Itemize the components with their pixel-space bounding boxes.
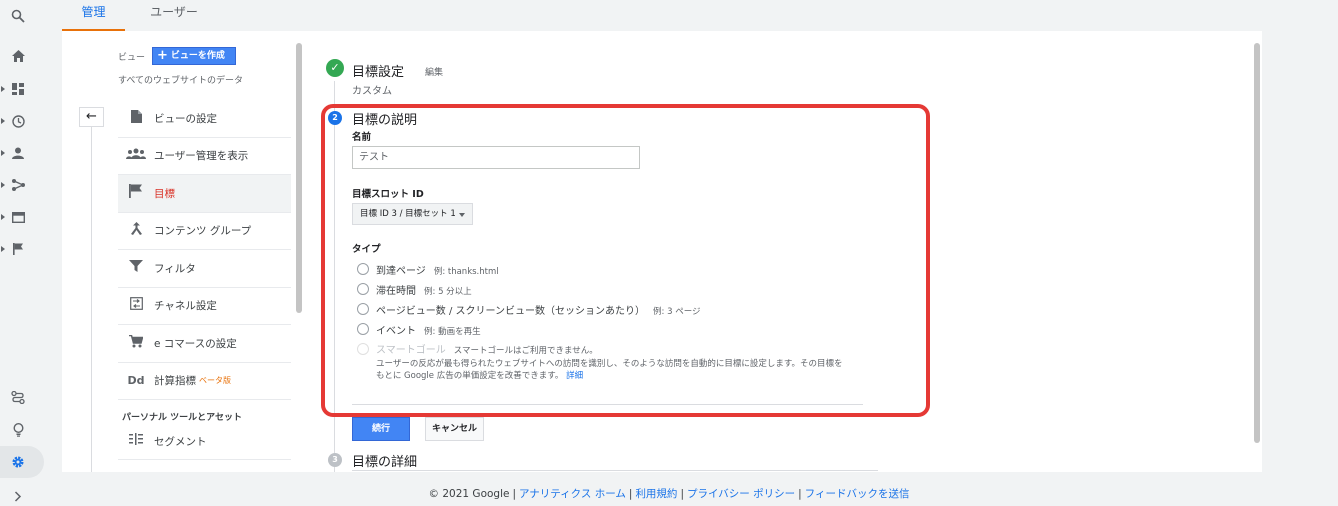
tab-admin[interactable]: 管理	[62, 0, 125, 31]
view-name[interactable]: すべてのウェブサイトのデータ	[118, 73, 243, 86]
menu-item-label: セグメント	[154, 435, 207, 448]
channel-icon	[126, 297, 146, 314]
calc-icon: Dd	[127, 374, 145, 388]
create-view-label: ビューを作成	[170, 51, 225, 61]
menu-item-segments[interactable]: セグメント	[118, 423, 291, 460]
expand-arrow-icon[interactable]	[1, 246, 5, 252]
footer-link-privacy[interactable]: プライバシー ポリシー	[687, 488, 795, 500]
footer-link-analytics-home[interactable]: アナリティクス ホーム	[519, 488, 626, 500]
menu-item-channel-settings[interactable]: チャネル設定	[118, 288, 291, 325]
step3-number-badge: 3	[328, 453, 342, 467]
footer-link-terms[interactable]: 利用規約	[635, 488, 677, 500]
clock-icon[interactable]	[8, 111, 28, 131]
create-view-button[interactable]: + ビューを作成	[152, 47, 236, 65]
menu-item-label: 計算指標	[154, 375, 196, 388]
menu-item-label: 目標	[154, 187, 175, 200]
footer-copyright: © 2021 Google	[428, 488, 510, 500]
step1-title: 目標設定	[352, 65, 405, 80]
menu-item-filters[interactable]: フィルタ	[118, 250, 291, 288]
beta-badge: ベータ版	[199, 376, 231, 386]
conversions-flag-icon[interactable]	[8, 239, 28, 259]
content-group-icon	[126, 222, 146, 239]
back-arrow-button[interactable]: ←	[79, 107, 104, 127]
expand-arrow-icon[interactable]	[1, 86, 5, 92]
home-icon[interactable]	[8, 46, 28, 66]
step3-divider	[352, 470, 878, 471]
continue-button[interactable]: 続行	[352, 417, 410, 441]
segment-icon	[126, 433, 146, 449]
menu-item-label: フィルタ	[154, 262, 196, 275]
expand-arrow-icon[interactable]	[1, 150, 5, 156]
left-nav-rail	[0, 0, 44, 502]
footer: © 2021 Google | アナリティクス ホーム | 利用規約 | プライバシー ポリ…	[428, 488, 910, 500]
cart-icon	[126, 334, 146, 352]
menu-item-content-grouping[interactable]: コンテンツ グループ	[118, 213, 291, 250]
menu-item-view-settings[interactable]: ビューの設定	[118, 100, 291, 138]
menu-item-label: チャネル設定	[154, 300, 217, 313]
menu-item-calculated-metrics[interactable]: Dd 計算指標 ベータ版	[118, 363, 291, 400]
menu-item-label: ユーザー管理を表示	[154, 150, 249, 163]
step1-edit-link[interactable]: 編集	[425, 65, 443, 78]
filter-icon	[126, 260, 146, 276]
top-tabs: 管理 ユーザー	[62, 0, 1262, 31]
view-menu: ビューの設定 ユーザー管理を表示 目標 コンテンツ グループ フィルタ チャネル…	[118, 100, 291, 400]
person-icon[interactable]	[8, 143, 28, 163]
search-icon[interactable]	[8, 6, 28, 26]
menu-item-goals[interactable]: 目標	[118, 175, 291, 213]
step-complete-check-icon: ✓	[326, 59, 344, 77]
tab-user[interactable]: ユーザー	[144, 0, 204, 31]
expand-arrow-icon[interactable]	[1, 182, 5, 188]
lightbulb-icon[interactable]	[8, 420, 28, 440]
flag-icon	[126, 184, 146, 202]
expand-arrow-icon[interactable]	[1, 118, 5, 124]
menu-item-user-management[interactable]: ユーザー管理を表示	[118, 138, 291, 175]
highlight-box	[321, 104, 930, 417]
right-scrollbar[interactable]	[1254, 43, 1260, 443]
view-label: ビュー	[118, 53, 146, 63]
gear-icon[interactable]	[8, 452, 28, 472]
left-column-divider	[91, 111, 92, 472]
menu-item-ecommerce-settings[interactable]: e コマースの設定	[118, 325, 291, 363]
personal-tools-header: パーソナル ツールとアセット	[122, 413, 242, 423]
step3-title[interactable]: 目標の詳細	[352, 451, 417, 470]
menu-item-label: コンテンツ グループ	[154, 225, 252, 238]
plus-icon: +	[157, 48, 168, 63]
footer-link-feedback[interactable]: フィードバックを送信	[805, 488, 910, 500]
expand-arrow-icon[interactable]	[1, 214, 5, 220]
step1-subtitle: カスタム	[352, 86, 392, 97]
cancel-button[interactable]: キャンセル	[425, 417, 484, 441]
people-icon	[126, 148, 146, 163]
behavior-icon[interactable]	[8, 207, 28, 227]
dashboard-icon[interactable]	[8, 79, 28, 99]
acquisition-icon[interactable]	[8, 175, 28, 195]
left-scrollbar[interactable]	[296, 43, 302, 313]
attribution-icon[interactable]	[8, 387, 28, 407]
menu-item-label: e コマースの設定	[154, 337, 237, 350]
document-icon	[126, 109, 146, 127]
menu-item-label: ビューの設定	[154, 112, 217, 125]
